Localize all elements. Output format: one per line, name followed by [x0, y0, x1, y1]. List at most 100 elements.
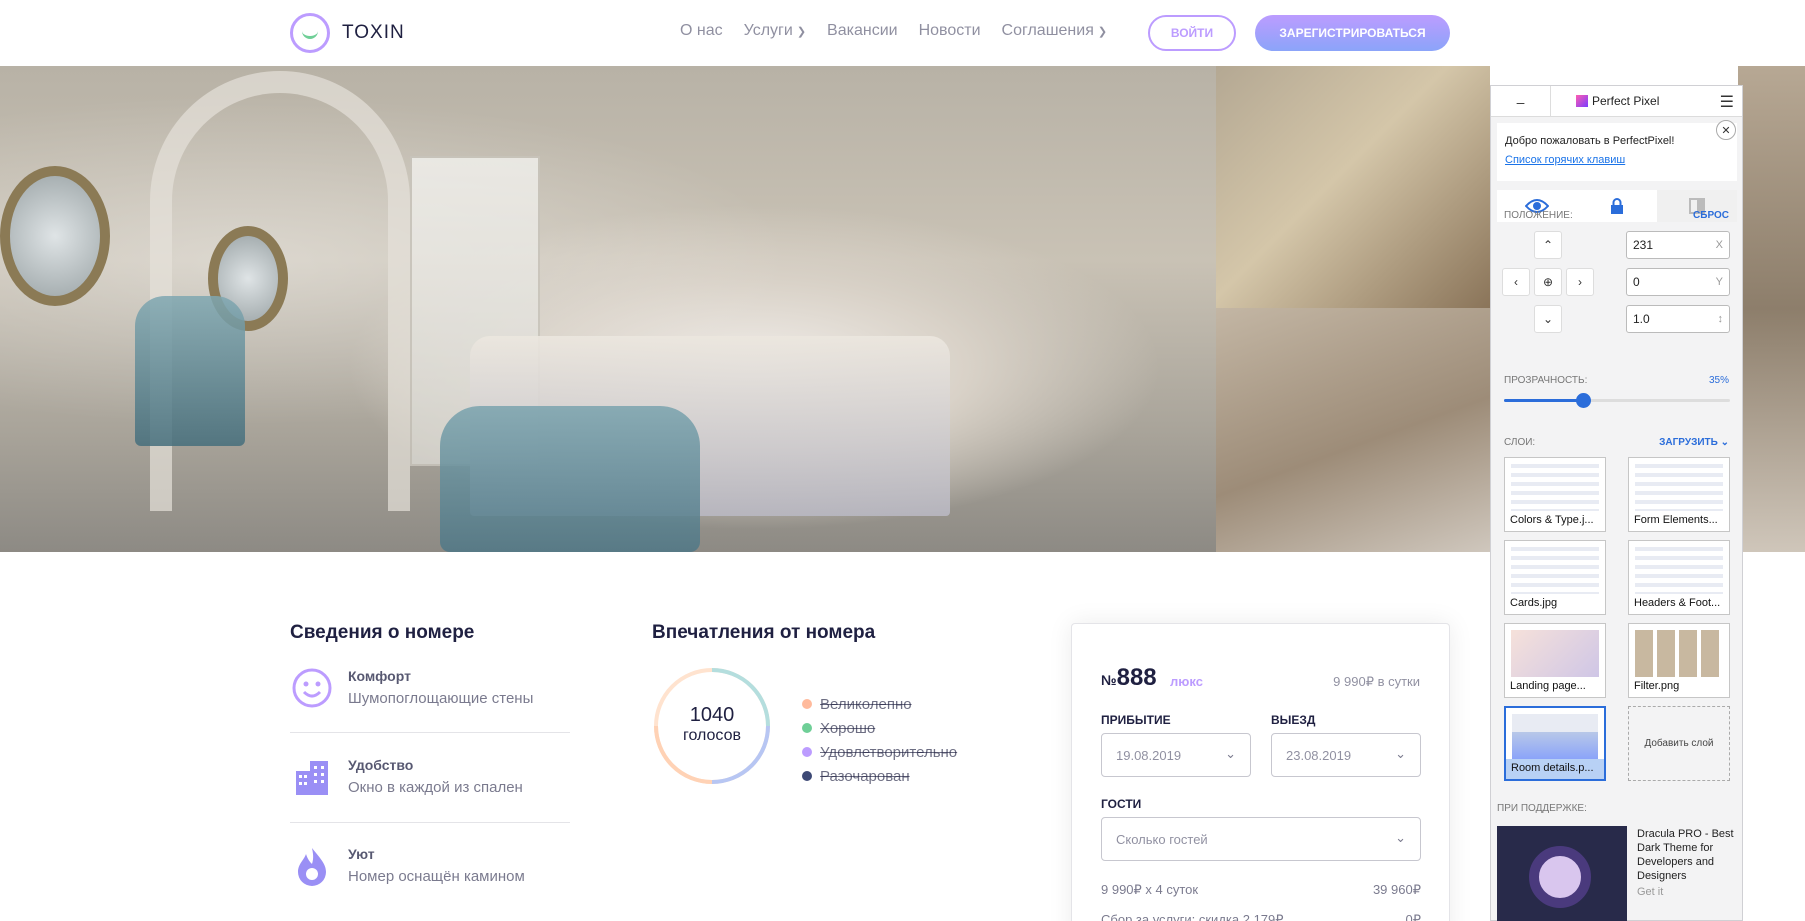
lock-icon[interactable] [1577, 190, 1657, 222]
ad-text[interactable]: Dracula PRO - Best Dark Theme for Develo… [1637, 827, 1737, 883]
opacity-value: 35% [1708, 375, 1729, 386]
divider [290, 732, 570, 733]
minimize-button[interactable]: – [1491, 86, 1551, 117]
layer-thumb[interactable]: Headers & Foot... [1628, 540, 1730, 615]
room-class: люкс [1170, 674, 1203, 689]
feature-title: Комфорт [348, 668, 411, 684]
logo-text: TOXIN [342, 22, 405, 43]
close-icon[interactable]: ✕ [1716, 120, 1736, 140]
perfect-pixel-logo-icon [1576, 95, 1588, 107]
dracula-ad-image[interactable] [1497, 826, 1627, 921]
booking-card: №888 люкс 9 990₽ в сутки ПРИБЫТИЕ 19.08.… [1071, 623, 1450, 921]
layer-thumb[interactable]: Form Elements... [1628, 457, 1730, 532]
scale-input[interactable]: 1.0 ↕ [1626, 305, 1730, 333]
welcome-text: Добро пожаловать в PerfectPixel! [1505, 135, 1675, 147]
register-button[interactable]: ЗАРЕГИСТРИРОВАТЬСЯ [1255, 15, 1450, 51]
arrow-left-icon[interactable]: ‹ [1502, 268, 1530, 296]
layer-thumb[interactable]: Filter.png [1628, 623, 1730, 698]
layer-thumb[interactable]: Cards.jpg [1504, 540, 1606, 615]
impressions-legend: Великолепно Хорошо Удовлетворительно Раз… [802, 692, 957, 788]
departure-date-field[interactable]: 23.08.2019 ⌄ [1271, 733, 1421, 777]
departure-label: ВЫЕЗД [1271, 713, 1316, 727]
room-photo-3 [1216, 308, 1490, 552]
opacity-slider-fill [1504, 399, 1584, 402]
legend-dot [802, 747, 812, 757]
logo[interactable]: TOXIN [290, 13, 405, 53]
feature-desc: Номер оснащён камином [348, 868, 525, 885]
add-layer-button[interactable]: Добавить слой [1628, 706, 1730, 781]
reset-button[interactable]: СБРОС [1693, 210, 1729, 221]
legend-item: Великолепно [802, 692, 957, 716]
nav-item-vacancies[interactable]: Вакансии [827, 22, 898, 40]
guests-label: ГОСТИ [1101, 797, 1142, 811]
center-icon[interactable]: ⊕ [1534, 268, 1562, 296]
support-label: ПРИ ПОДДЕРЖКЕ: [1497, 803, 1587, 814]
login-button[interactable]: ВОЙТИ [1148, 15, 1236, 51]
y-position-input[interactable]: 0Y [1626, 268, 1730, 296]
nav-item-agreements[interactable]: Соглашения ❯ [1002, 22, 1108, 40]
pp-welcome-box: Добро пожаловать в PerfectPixel! Список … [1497, 123, 1737, 181]
chevron-down-icon: ⌄ [1395, 746, 1406, 761]
room-price: 9 990₽ в сутки [1333, 674, 1420, 689]
votes-total: 1040 [689, 704, 735, 726]
legend-dot [802, 771, 812, 781]
feature-item: Уют Номер оснащён камином [290, 846, 570, 896]
perfect-pixel-panel: – Perfect Pixel ☰ Добро пожаловать в Per… [1490, 85, 1743, 921]
mirror-decor [0, 166, 110, 306]
feature-desc: Шумопоглощающие стены [348, 690, 534, 707]
site-header: TOXIN О нас Услуги ❯ Вакансии Новости Сог… [0, 0, 1805, 66]
legend-item: Хорошо [802, 716, 957, 740]
arrow-up-icon[interactable]: ⌃ [1534, 231, 1562, 259]
arrow-down-icon[interactable]: ⌄ [1534, 305, 1562, 333]
layer-thumb[interactable]: Landing page... [1504, 623, 1606, 698]
room-photo-main [0, 66, 1216, 552]
pp-topbar: – Perfect Pixel ☰ [1491, 86, 1742, 117]
room-info-title: Сведения о номере [290, 622, 475, 643]
service-fee-row: Сбор за услуги: скидка 2 179₽ 0₽ [1101, 912, 1421, 921]
legend-dot [802, 723, 812, 733]
sofa-decor [440, 406, 700, 552]
guests-dropdown[interactable]: Сколько гостей ⌄ [1101, 817, 1421, 861]
building-icon [292, 757, 332, 797]
nav-item-about[interactable]: О нас [680, 22, 723, 40]
fire-icon [292, 846, 332, 886]
ad-link[interactable]: Get it [1637, 886, 1663, 898]
impressions-title: Впечатления от номера [652, 622, 876, 643]
chevron-down-icon: ⌄ [1395, 830, 1406, 845]
chevron-down-icon: ❯ [1097, 26, 1108, 38]
room-photo-4 [1738, 66, 1805, 552]
arrival-date-field[interactable]: 19.08.2019 ⌄ [1101, 733, 1251, 777]
hamburger-menu-icon[interactable]: ☰ [1720, 92, 1734, 112]
price-calc-row: 9 990₽ х 4 суток 39 960₽ [1101, 882, 1421, 897]
opacity-slider[interactable] [1504, 393, 1730, 408]
layers-label: СЛОИ: [1504, 437, 1536, 448]
layer-thumb-selected[interactable]: Room details.p... [1504, 706, 1606, 781]
legend-item: Удовлетворительно [802, 740, 957, 764]
chevron-down-icon: ⌄ [1225, 746, 1236, 761]
position-label: ПОЛОЖЕНИЕ: [1504, 210, 1573, 221]
nav-item-news[interactable]: Новости [919, 22, 981, 40]
opacity-label: ПРОЗРАЧНОСТЬ: [1504, 375, 1588, 386]
chevron-down-icon: ❯ [796, 26, 807, 38]
hotkeys-link[interactable]: Список горячих клавиш [1505, 151, 1729, 170]
opacity-slider-handle[interactable] [1576, 393, 1592, 408]
legend-item: Разочарован [802, 764, 957, 788]
chair-decor [135, 296, 245, 446]
x-position-input[interactable]: 231 X [1626, 231, 1730, 259]
feature-desc: Окно в каждой из спален [348, 779, 523, 796]
feature-title: Удобство [348, 757, 414, 773]
dracula-avatar-icon [1529, 846, 1591, 908]
feature-item: Комфорт Шумопоглощающие стены [290, 668, 570, 718]
logo-icon [290, 13, 330, 53]
pp-brand: Perfect Pixel [1576, 94, 1659, 108]
arrival-label: ПРИБЫТИЕ [1101, 713, 1171, 727]
room-number: №888 [1101, 664, 1157, 691]
feature-item: Удобство Окно в каждой из спален [290, 757, 570, 807]
chevron-down-icon: ⌄ [1720, 437, 1729, 448]
votes-label: голосов [682, 727, 742, 744]
upload-button[interactable]: ЗАГРУЗИТЬ ⌄ [1659, 437, 1729, 448]
main-nav: О нас Услуги ❯ Вакансии Новости Соглашени… [680, 22, 1107, 40]
layer-thumb[interactable]: Colors & Type.j... [1504, 457, 1606, 532]
arrow-right-icon[interactable]: › [1566, 268, 1594, 296]
nav-item-services[interactable]: Услуги ❯ [744, 22, 806, 40]
